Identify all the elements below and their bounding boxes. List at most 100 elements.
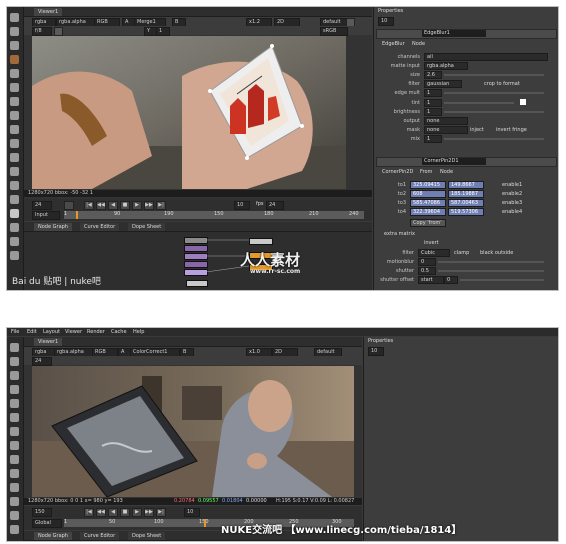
tab-cornerpin2d[interactable]: CornerPin2D	[382, 169, 413, 175]
viewer-image[interactable]	[32, 366, 354, 497]
to4-y-field[interactable]: 519.57306	[448, 208, 484, 216]
other-tool-icon[interactable]	[10, 511, 19, 520]
stop-icon[interactable]: ■	[120, 201, 130, 210]
step-field[interactable]: 10	[234, 201, 250, 210]
black-outside-checkbox[interactable]: black outside	[480, 250, 513, 256]
tab-node[interactable]: Node	[412, 41, 425, 47]
time-tool-icon[interactable]	[10, 41, 19, 50]
next-key-icon[interactable]: ▶▶	[144, 201, 154, 210]
mix-field[interactable]: 1	[424, 135, 442, 143]
tab-edgeblur[interactable]: EdgeBlur	[382, 41, 405, 47]
tab-viewer1[interactable]: Viewer1	[34, 8, 63, 16]
gain-slider-icon[interactable]	[54, 27, 63, 36]
to1-y-field[interactable]: 149.8667	[448, 181, 484, 189]
tab-viewer1[interactable]: Viewer1	[34, 338, 63, 346]
to2-x-field[interactable]: 608	[410, 190, 446, 198]
paint-tool-icon[interactable]	[10, 27, 19, 36]
time-tool-icon[interactable]	[10, 371, 19, 380]
keyer-tool-icon[interactable]	[10, 97, 19, 106]
node-name-field[interactable]: EdgeBlur1	[422, 30, 486, 37]
brightness-slider[interactable]	[444, 111, 544, 113]
max-panels-field[interactable]: 10	[368, 347, 384, 356]
other-tool-icon[interactable]	[10, 181, 19, 190]
transform-tool-icon[interactable]	[10, 125, 19, 134]
edge-mult-field[interactable]: 1	[424, 89, 442, 97]
color-tool-icon[interactable]	[10, 399, 19, 408]
stop-icon[interactable]: ■	[120, 508, 130, 517]
tab-node-graph[interactable]: Node Graph	[34, 223, 72, 231]
merge-tool-icon[interactable]	[10, 111, 19, 120]
filter-select[interactable]: gaussian	[424, 80, 462, 88]
invert-fringe-checkboxes[interactable]: invert fringe	[496, 127, 527, 133]
frame-field[interactable]: 150	[32, 508, 52, 517]
channel-tool-icon[interactable]	[10, 385, 19, 394]
menu-file[interactable]: File	[11, 329, 19, 335]
play-forward-icon[interactable]: ▶	[132, 201, 142, 210]
next-key-icon[interactable]: ▶▶	[144, 508, 154, 517]
menu-layout[interactable]: Layout	[43, 329, 60, 335]
colorspace-out-select[interactable]: sRGB	[320, 27, 348, 36]
shutter-field[interactable]: 0.5	[418, 267, 436, 275]
furnace-tool-icon[interactable]	[10, 195, 19, 204]
shutter-offset-field[interactable]: 0	[444, 276, 458, 284]
cornerpin-filter-select[interactable]: Cubic	[418, 249, 450, 257]
channel-tool-icon[interactable]	[10, 55, 19, 64]
tint-field[interactable]: 1	[424, 99, 442, 107]
motionblur-field[interactable]: 0	[418, 258, 436, 266]
menu-help[interactable]: Help	[133, 329, 144, 335]
skip-start-icon[interactable]: |◀	[84, 201, 94, 210]
metadata-tool-icon[interactable]	[10, 167, 19, 176]
tab-dope-sheet[interactable]: Dope Sheet	[128, 532, 166, 540]
to4-x-field[interactable]: 322.39604	[410, 208, 446, 216]
matte-input-select[interactable]: rgba.alpha	[424, 62, 468, 70]
max-panels-field[interactable]: 10	[378, 17, 394, 26]
shutter-offset-select[interactable]: start	[418, 276, 444, 284]
ofx-tool-icon[interactable]	[10, 209, 19, 218]
transform-tool-icon[interactable]	[10, 455, 19, 464]
shutter-offset-slider[interactable]	[460, 279, 544, 281]
tab-node[interactable]: Node	[440, 169, 453, 175]
playhead[interactable]	[204, 519, 206, 527]
tab-curve-editor[interactable]: Curve Editor	[80, 532, 120, 540]
viewer-image[interactable]	[32, 36, 346, 189]
play-backward-icon[interactable]: ◀	[108, 201, 118, 210]
range-mode-select[interactable]: Global	[32, 519, 62, 528]
views-tool-icon[interactable]	[10, 153, 19, 162]
keyer-tool-icon[interactable]	[10, 427, 19, 436]
copy-from-button[interactable]: Copy 'from'	[410, 219, 446, 227]
gain-field[interactable]: f/8	[32, 27, 52, 36]
gamma-field[interactable]: 1	[156, 27, 170, 36]
size-slider[interactable]	[444, 74, 544, 76]
to2-y-field[interactable]: 185.19887	[448, 190, 484, 198]
to3-y-field[interactable]: 587.00463	[448, 199, 484, 207]
color-swatch-icon[interactable]	[520, 99, 526, 105]
prev-key-icon[interactable]: ◀◀	[96, 508, 106, 517]
views-tool-icon[interactable]	[10, 483, 19, 492]
play-forward-icon[interactable]: ▶	[132, 508, 142, 517]
tab-from[interactable]: From	[420, 169, 432, 175]
brightness-field[interactable]: 1	[424, 108, 442, 116]
motionblur-slider[interactable]	[438, 261, 544, 263]
enable3-checkbox[interactable]: enable3	[502, 200, 522, 206]
metadata-tool-icon[interactable]	[10, 497, 19, 506]
3d-tool-icon[interactable]	[10, 139, 19, 148]
filter-tool-icon[interactable]	[10, 413, 19, 422]
skip-start-icon[interactable]: |◀	[84, 508, 94, 517]
filter-tool-icon[interactable]	[10, 83, 19, 92]
skip-end-icon[interactable]: ▶|	[156, 201, 166, 210]
pointer-tool-icon[interactable]	[10, 13, 19, 22]
mix-slider[interactable]	[444, 138, 544, 140]
enable4-checkbox[interactable]: enable4	[502, 209, 522, 215]
frame-field[interactable]: 24	[32, 201, 52, 210]
size-field[interactable]: 2.6	[424, 71, 442, 79]
lock-icon[interactable]	[64, 201, 74, 210]
frame-field[interactable]: 24	[32, 357, 52, 366]
prev-key-icon[interactable]: ◀◀	[96, 201, 106, 210]
3d-tool-icon[interactable]	[10, 469, 19, 478]
pointer-tool-icon[interactable]	[10, 343, 19, 352]
skip-end-icon[interactable]: ▶|	[156, 508, 166, 517]
menu-cache[interactable]: Cache	[111, 329, 127, 335]
play-backward-icon[interactable]: ◀	[108, 508, 118, 517]
step-field[interactable]: 10	[184, 508, 200, 517]
menu-render[interactable]: Render	[87, 329, 105, 335]
